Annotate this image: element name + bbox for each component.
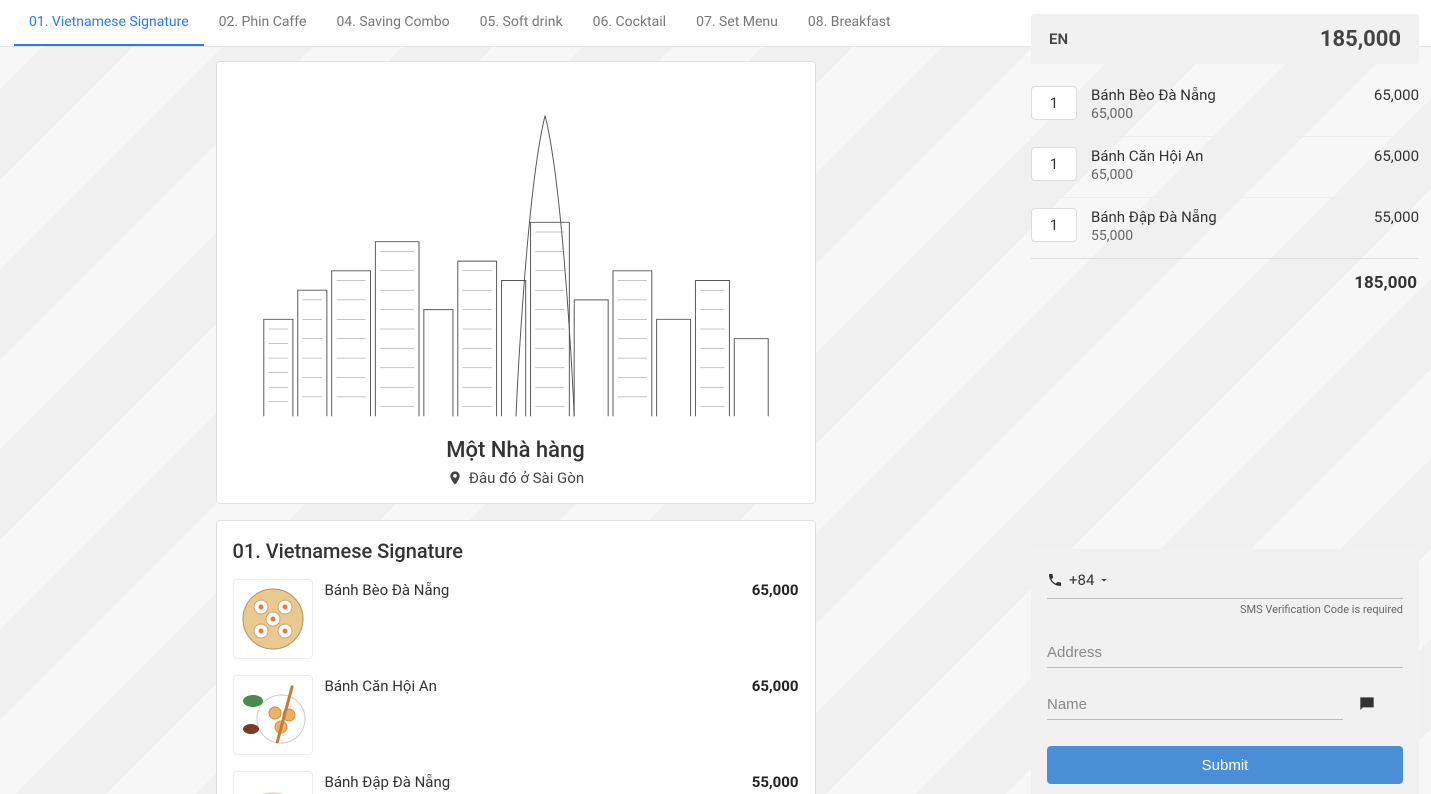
menu-item-name: Bánh Bèo Đà Nẵng <box>325 579 740 599</box>
cart-item-unit-price: 65,000 <box>1091 167 1360 183</box>
menu-item-name: Bánh Căn Hội An <box>325 675 740 695</box>
cart-item-line-price: 65,000 <box>1374 147 1419 165</box>
menu-section-card: 01. Vietnamese Signature Bánh Bèo Đà Nẵn… <box>216 520 816 794</box>
menu-item-thumbnail <box>233 771 313 794</box>
phone-input-row: +84 <box>1047 567 1403 599</box>
cart-item-qty[interactable]: 1 <box>1031 86 1077 120</box>
menu-item-thumbnail <box>233 579 313 659</box>
cart-item-name: Bánh Căn Hội An <box>1091 147 1360 165</box>
cart-item-qty[interactable]: 1 <box>1031 147 1077 181</box>
restaurant-hero-image <box>217 62 815 426</box>
menu-item[interactable]: Bánh Đập Đà Nẵng 55,000 <box>233 763 799 794</box>
category-tab[interactable]: 05. Soft drink <box>465 0 578 46</box>
cart-item-row: 1 Bánh Đập Đà Nẵng 55,000 55,000 <box>1031 202 1419 259</box>
category-tab[interactable]: 08. Breakfast <box>793 0 906 46</box>
restaurant-location-text: Đâu đó ở Sài Gòn <box>469 469 584 487</box>
category-tab[interactable]: 04. Saving Combo <box>321 0 464 46</box>
order-form: +84 SMS Verification Code is required Su… <box>1031 549 1419 794</box>
country-code-select[interactable]: +84 <box>1069 571 1110 589</box>
cart-header[interactable]: EN 185,000 <box>1031 14 1419 64</box>
chevron-down-icon <box>1098 574 1110 586</box>
country-code-value: +84 <box>1069 571 1094 589</box>
category-tab[interactable]: 06. Cocktail <box>578 0 681 46</box>
cart-item-unit-price: 55,000 <box>1091 228 1360 244</box>
category-tab[interactable]: 02. Phin Caffe <box>204 0 322 46</box>
menu-item-price: 55,000 <box>752 771 799 791</box>
menu-item[interactable]: Bánh Căn Hội An 65,000 <box>233 667 799 763</box>
menu-item-thumbnail <box>233 675 313 755</box>
chat-bubble-icon <box>1357 694 1377 714</box>
address-input[interactable] <box>1047 634 1403 668</box>
cart-total: 185,000 <box>1031 263 1419 293</box>
restaurant-name: Một Nhà hàng <box>446 438 584 463</box>
restaurant-location: Đâu đó ở Sài Gòn <box>447 469 584 487</box>
phone-icon <box>1047 572 1063 588</box>
sms-helper-text: SMS Verification Code is required <box>1047 603 1403 616</box>
cart-item-row: 1 Bánh Căn Hội An 65,000 65,000 <box>1031 141 1419 198</box>
cart-item-unit-price: 65,000 <box>1091 106 1360 122</box>
note-button[interactable] <box>1357 694 1377 720</box>
menu-main: Một Nhà hàng Đâu đó ở Sài Gòn 01. Vietna… <box>0 47 1031 794</box>
submit-button[interactable]: Submit <box>1047 746 1403 784</box>
language-toggle[interactable]: EN <box>1049 30 1068 48</box>
cart-item-list: 1 Bánh Bèo Đà Nẵng 65,000 65,000 1 Bánh Căn H… <box>1031 64 1419 263</box>
restaurant-card: Một Nhà hàng Đâu đó ở Sài Gòn <box>216 61 816 504</box>
menu-item-name: Bánh Đập Đà Nẵng <box>325 771 740 791</box>
category-tab[interactable]: 07. Set Menu <box>681 0 793 46</box>
menu-item[interactable]: Bánh Bèo Đà Nẵng 65,000 <box>233 571 799 667</box>
menu-item-list: Bánh Bèo Đà Nẵng 65,000 Bánh Căn Hội An 65,… <box>217 571 815 794</box>
cart-item-qty[interactable]: 1 <box>1031 208 1077 242</box>
cart-item-name: Bánh Bèo Đà Nẵng <box>1091 86 1360 104</box>
cart-item-line-price: 55,000 <box>1374 208 1419 226</box>
location-pin-icon <box>447 470 463 486</box>
phone-input[interactable] <box>1116 567 1403 592</box>
menu-item-price: 65,000 <box>752 675 799 695</box>
cart-item-line-price: 65,000 <box>1374 86 1419 104</box>
cart-item-name: Bánh Đập Đà Nẵng <box>1091 208 1360 226</box>
cart-item-row: 1 Bánh Bèo Đà Nẵng 65,000 65,000 <box>1031 80 1419 137</box>
name-input[interactable] <box>1047 686 1343 720</box>
cart-header-total: 185,000 <box>1320 27 1401 52</box>
category-tab[interactable]: 01. Vietnamese Signature <box>14 0 204 46</box>
menu-section-title: 01. Vietnamese Signature <box>217 521 815 571</box>
menu-item-price: 65,000 <box>752 579 799 599</box>
